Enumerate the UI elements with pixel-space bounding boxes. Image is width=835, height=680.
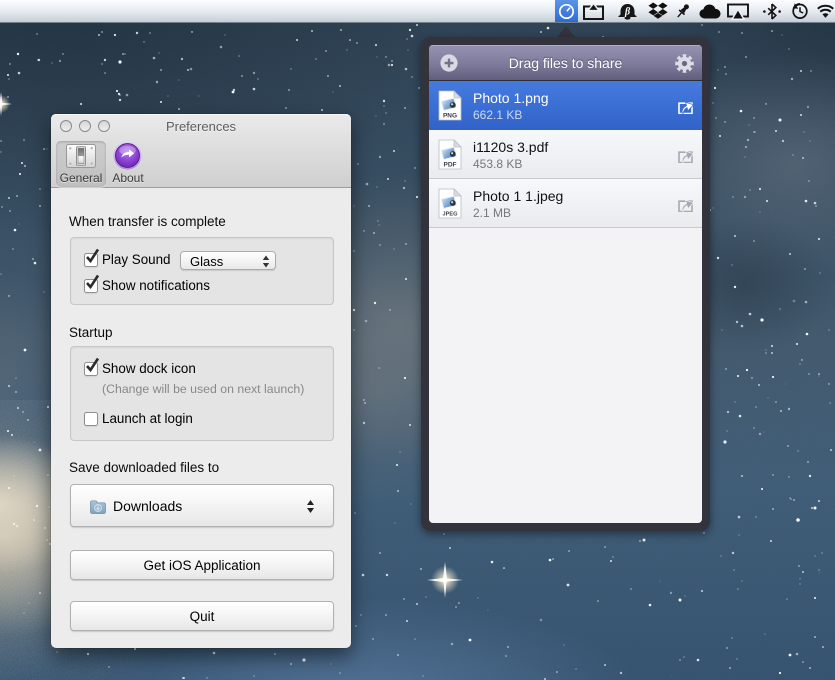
svg-text:JPEG: JPEG bbox=[443, 212, 458, 218]
svg-text:PNG: PNG bbox=[443, 113, 457, 120]
svg-text:PDF: PDF bbox=[444, 162, 457, 169]
svg-text:β: β bbox=[623, 6, 630, 17]
